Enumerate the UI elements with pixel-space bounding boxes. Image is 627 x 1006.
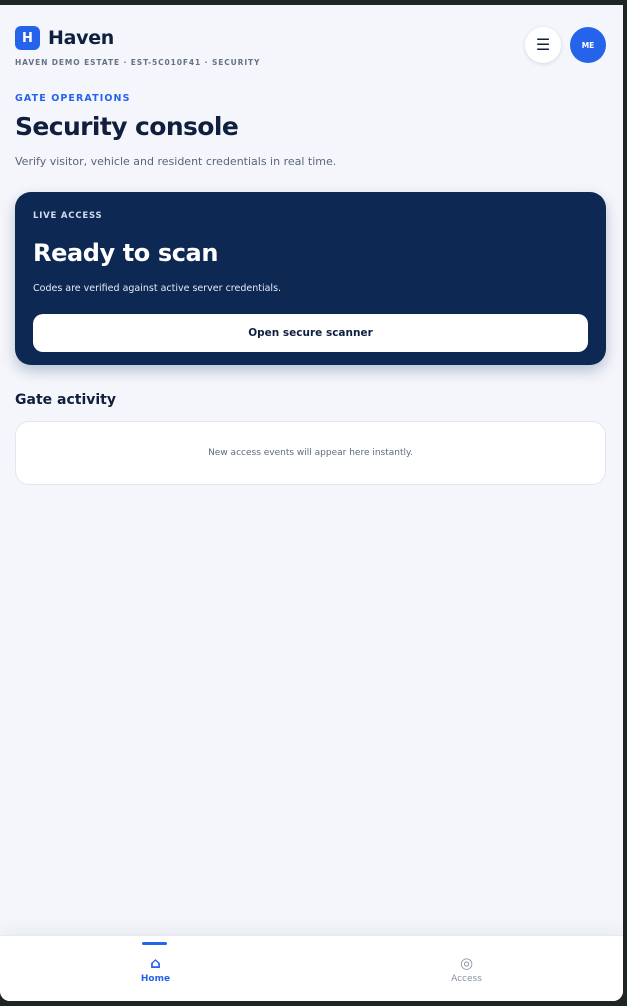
empty-state-message: New access events will appear here insta… bbox=[208, 448, 413, 458]
open-scanner-button[interactable]: Open secure scanner bbox=[33, 314, 588, 352]
active-tab-indicator bbox=[142, 942, 167, 945]
live-access-label: LIVE ACCESS bbox=[33, 211, 103, 221]
live-access-card: LIVE ACCESS Ready to scan Codes are veri… bbox=[15, 192, 606, 365]
hamburger-menu-icon: ☰ bbox=[535, 37, 551, 54]
nav-item-access[interactable]: ◎ Access bbox=[311, 936, 622, 1001]
menu-button[interactable]: ☰ bbox=[525, 27, 561, 63]
app-header: H Haven Haven Demo Estate · EST-5C010F41… bbox=[15, 26, 606, 74]
app-name: Haven bbox=[48, 27, 115, 49]
home-icon: ⌂ bbox=[150, 954, 161, 972]
logo-icon: H bbox=[15, 26, 40, 50]
nav-label-home: Home bbox=[140, 974, 171, 984]
bottom-navigation: ⌂ Home ◎ Access bbox=[0, 935, 623, 1001]
access-icon: ◎ bbox=[459, 954, 474, 972]
nav-item-home[interactable]: ⌂ Home bbox=[0, 936, 311, 1001]
scan-description: Codes are verified against active server… bbox=[33, 283, 282, 294]
page-eyebrow: GATE OPERATIONS bbox=[15, 93, 131, 104]
avatar[interactable]: ME bbox=[570, 27, 606, 63]
nav-label-access: Access bbox=[451, 974, 482, 984]
page-title: Security console bbox=[15, 112, 239, 141]
app-screen: H Haven Haven Demo Estate · EST-5C010F41… bbox=[0, 5, 623, 1001]
gate-activity-heading: Gate activity bbox=[15, 392, 116, 408]
gate-activity-list: New access events will appear here insta… bbox=[15, 421, 606, 485]
scan-status-title: Ready to scan bbox=[33, 239, 219, 267]
estate-info: Haven Demo Estate · EST-5C010F41 · SECUR… bbox=[15, 58, 261, 67]
page-subtitle: Verify visitor, vehicle and resident cre… bbox=[15, 155, 337, 168]
